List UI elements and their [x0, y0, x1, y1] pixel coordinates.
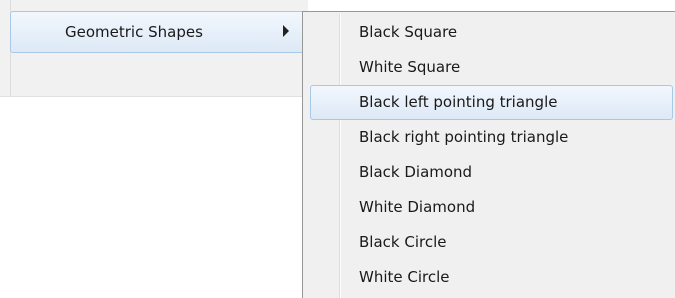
submenu-item-black-square[interactable]: Black Square — [303, 15, 675, 50]
submenu-item-label: Black Square — [359, 23, 458, 41]
submenu-item-label: Black Circle — [359, 233, 447, 251]
submenu-item-black-diamond[interactable]: Black Diamond — [303, 155, 675, 190]
submenu-item-black-left-pointing-triangle[interactable]: Black left pointing triangle — [310, 85, 673, 120]
submenu-item-white-diamond[interactable]: White Diamond — [303, 190, 675, 225]
submenu-item-label: White Circle — [359, 268, 450, 286]
menu-item-label: Geometric Shapes — [65, 23, 203, 41]
submenu-item-label: Black right pointing triangle — [359, 128, 569, 146]
submenu-arrow-icon — [283, 25, 289, 37]
submenu-item-label: Black left pointing triangle — [359, 93, 558, 111]
submenu-item-label: White Diamond — [359, 198, 476, 216]
submenu-list: Black Square White Square Black left poi… — [303, 15, 675, 295]
geometric-shapes-submenu: Black Square White Square Black left poi… — [302, 11, 675, 298]
submenu-item-label: White Square — [359, 58, 461, 76]
parent-menu: Geometric Shapes — [0, 0, 308, 97]
submenu-item-black-circle[interactable]: Black Circle — [303, 225, 675, 260]
submenu-item-label: Black Diamond — [359, 163, 473, 181]
submenu-item-black-right-pointing-triangle[interactable]: Black right pointing triangle — [303, 120, 675, 155]
submenu-item-white-square[interactable]: White Square — [303, 50, 675, 85]
context-menu-stage: Geometric Shapes Black Square White Squa… — [0, 0, 675, 298]
submenu-item-white-circle[interactable]: White Circle — [303, 260, 675, 295]
menu-item-geometric-shapes[interactable]: Geometric Shapes — [10, 11, 304, 53]
